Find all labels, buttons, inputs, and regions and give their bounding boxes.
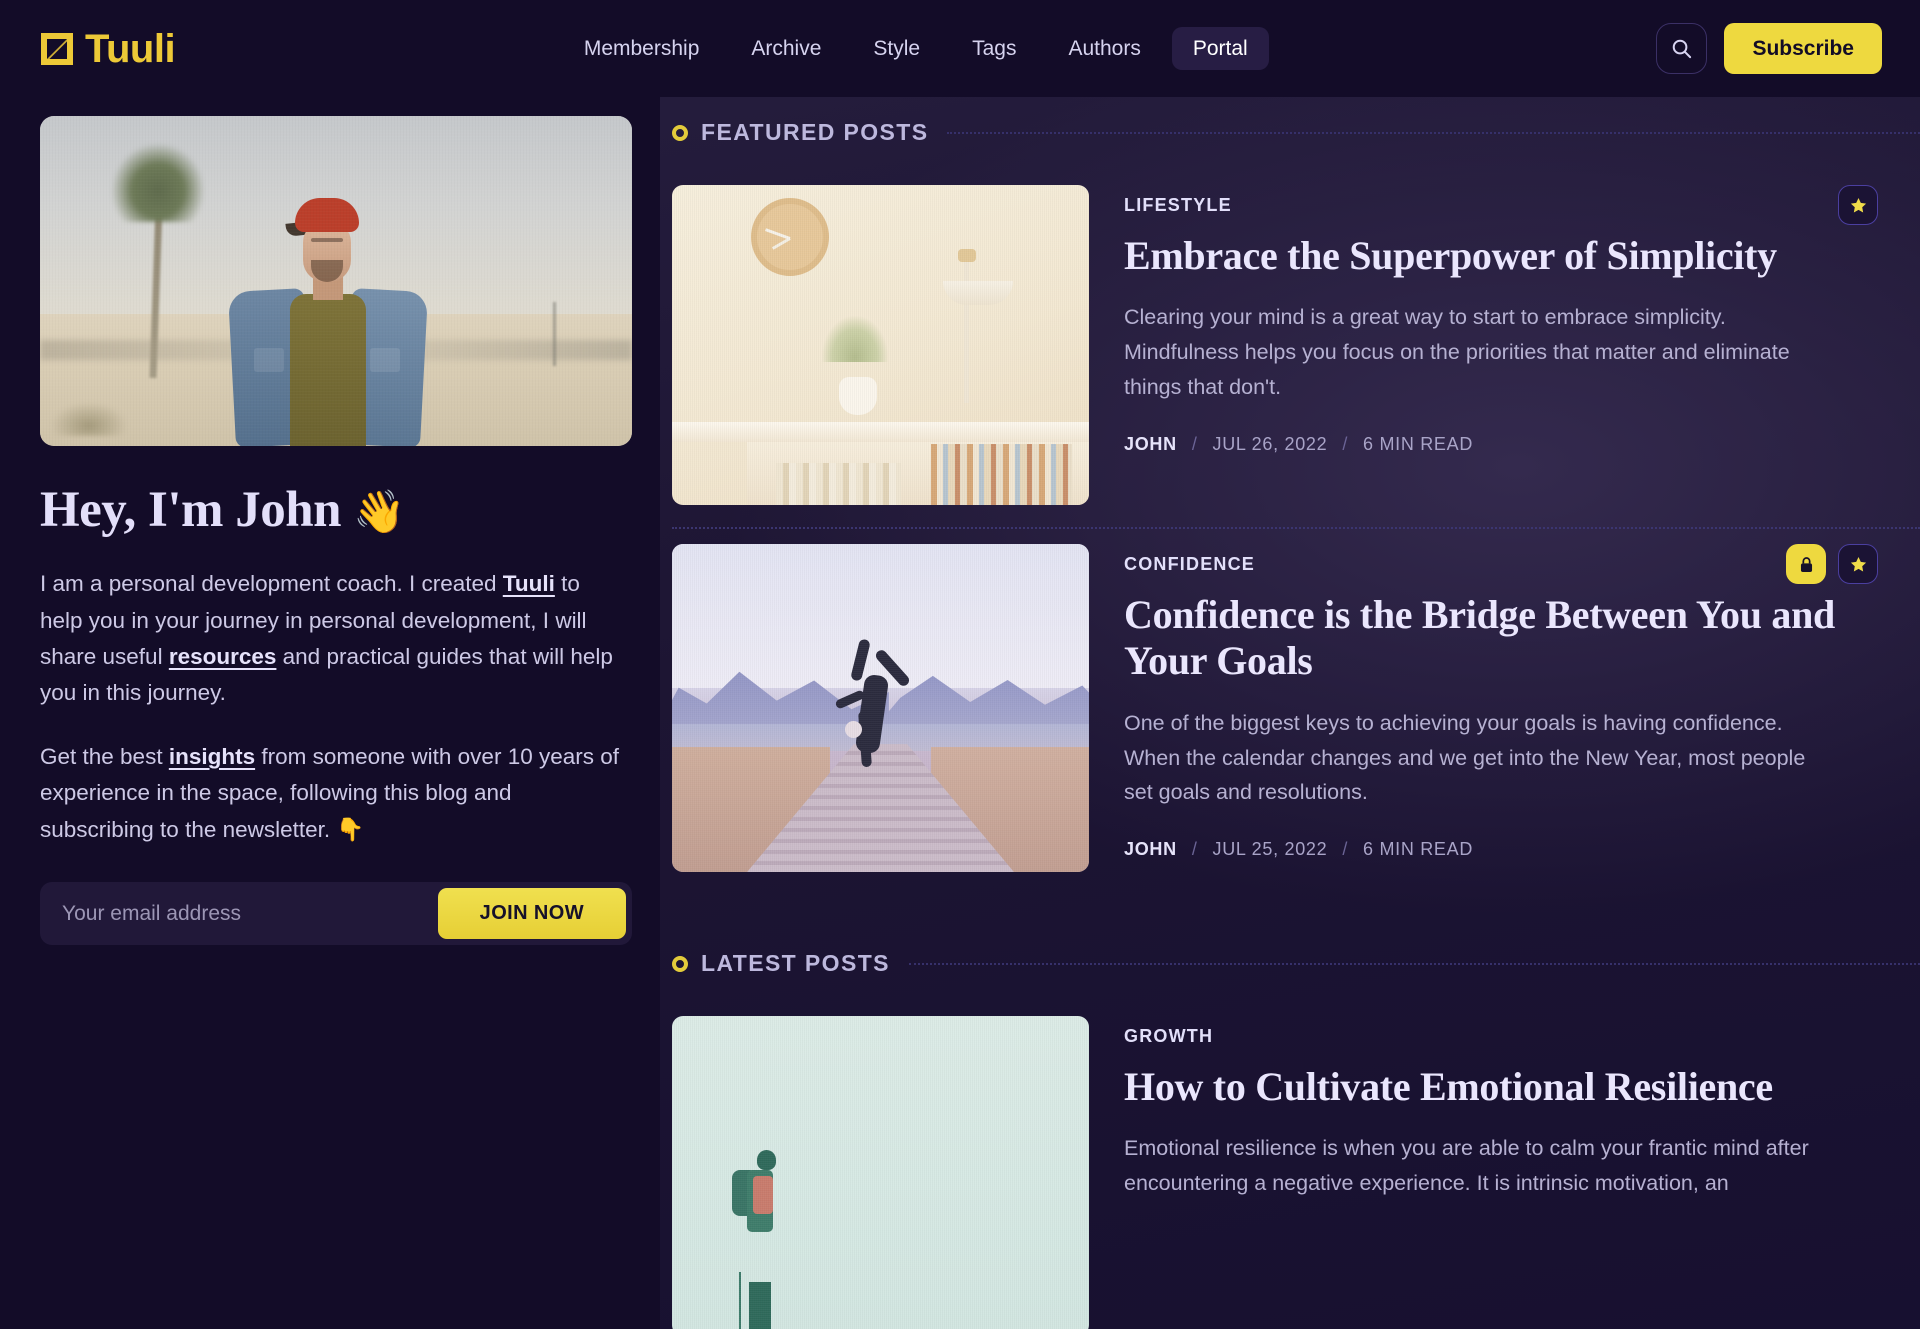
header-actions: Subscribe [1656,23,1882,74]
nav-item-style[interactable]: Style [852,27,941,70]
author-bio-paragraph-2: Get the best insights from someone with … [40,739,620,848]
post-author[interactable]: JOHN [1124,434,1177,455]
meta-separator: / [1342,839,1349,860]
author-intro-panel: Hey, I'm John 👋 I am a personal developm… [0,97,660,946]
site-header: Tuuli Membership Archive Style Tags Auth… [0,0,1920,97]
nav-item-portal[interactable]: Portal [1171,27,1269,70]
post-read-time: 6 MIN READ [1363,839,1474,860]
search-button[interactable] [1656,23,1708,74]
bio-link-resources[interactable]: resources [169,644,277,669]
author-bio-paragraph-1: I am a personal development coach. I cre… [40,566,620,712]
nav-item-authors[interactable]: Authors [1047,27,1161,70]
post-date: JUL 26, 2022 [1212,433,1328,454]
section-divider [908,962,1920,965]
post-title[interactable]: Embrace the Superpower of Simplicity [1124,233,1878,279]
page-body: Hey, I'm John 👋 I am a personal developm… [0,97,1920,1329]
square-logo-icon [40,32,74,66]
featured-posts-title: FEATURED POSTS [701,119,929,145]
members-only-lock-badge[interactable] [1786,544,1826,584]
nav-item-archive[interactable]: Archive [730,27,842,70]
post-excerpt: Emotional resilience is when you are abl… [1124,1136,1809,1196]
post-thumbnail[interactable] [672,1016,1089,1329]
author-photo [40,116,632,446]
featured-post-card[interactable]: LIFESTYLE Embrace the Superpower of Simp… [660,168,1920,527]
featured-star-badge[interactable] [1838,544,1878,584]
post-title[interactable]: Confidence is the Bridge Between You and… [1124,592,1878,685]
post-excerpt: One of the biggest keys to achieving you… [1124,710,1806,805]
post-content: CONFIDENCE Confidence is the Bridge Betw… [1124,544,1920,872]
email-input[interactable] [46,901,432,926]
post-thumbnail[interactable] [672,544,1089,872]
post-content: LIFESTYLE Embrace the Superpower of Simp… [1124,185,1920,505]
post-meta: JOHN / JUL 26, 2022 / 6 MIN READ [1124,434,1878,455]
brand-name: Tuuli [85,26,176,71]
post-author[interactable]: JOHN [1124,839,1177,860]
pointing-down-icon: 👇 [336,816,365,843]
post-read-time: 6 MIN READ [1363,433,1474,454]
nav-item-tags[interactable]: Tags [951,27,1037,70]
post-tag[interactable]: CONFIDENCE [1124,554,1878,575]
latest-posts-header: LATEST POSTS [660,950,1920,977]
star-icon [1849,555,1868,574]
post-content: GROWTH How to Cultivate Emotional Resili… [1124,1016,1920,1329]
post-tag[interactable]: GROWTH [1124,1026,1878,1047]
bio-text-2a: Get the best [40,743,169,769]
star-icon [1849,196,1868,215]
post-thumbnail[interactable] [672,185,1089,505]
post-title[interactable]: How to Cultivate Emotional Resilience [1124,1064,1878,1110]
author-heading: Hey, I'm John 👋 [40,482,620,539]
ring-icon [672,955,688,972]
post-date: JUL 25, 2022 [1212,839,1328,860]
waving-hand-icon: 👋 [353,487,406,536]
meta-separator: / [1191,433,1198,454]
newsletter-signup-form: JOIN NOW [40,882,632,946]
search-icon [1670,37,1693,60]
primary-navigation: Membership Archive Style Tags Authors Po… [175,27,1656,70]
lock-icon [1797,555,1816,574]
subscribe-button[interactable]: Subscribe [1724,23,1882,74]
ring-icon [672,124,688,141]
featured-posts-header: FEATURED POSTS [660,119,1920,146]
post-badges [1786,544,1878,584]
nav-item-membership[interactable]: Membership [563,27,721,70]
brand-logo-link[interactable]: Tuuli [40,26,176,71]
posts-column: FEATURED POSTS LIFESTYLE Embrace the Sup… [660,97,1920,1329]
bio-link-insights[interactable]: insights [169,744,255,769]
author-heading-text: Hey, I'm John [40,482,341,538]
post-meta: JOHN / JUL 25, 2022 / 6 MIN READ [1124,839,1878,860]
bio-link-tuuli[interactable]: Tuuli [503,571,555,596]
join-now-button[interactable]: JOIN NOW [437,888,626,940]
featured-star-badge[interactable] [1838,185,1878,225]
author-bio: I am a personal development coach. I cre… [40,566,620,848]
bio-text-1a: I am a personal development coach. I cre… [40,571,503,597]
post-excerpt: Clearing your mind is a great way to sta… [1124,305,1790,400]
latest-posts-title: LATEST POSTS [701,950,890,976]
section-divider [947,131,1920,134]
latest-post-card[interactable]: GROWTH How to Cultivate Emotional Resili… [660,999,1920,1329]
post-badges [1838,185,1878,225]
meta-separator: / [1342,433,1349,454]
post-tag[interactable]: LIFESTYLE [1124,195,1878,216]
featured-post-card[interactable]: CONFIDENCE Confidence is the Bridge Betw… [660,527,1920,894]
meta-separator: / [1191,839,1198,860]
